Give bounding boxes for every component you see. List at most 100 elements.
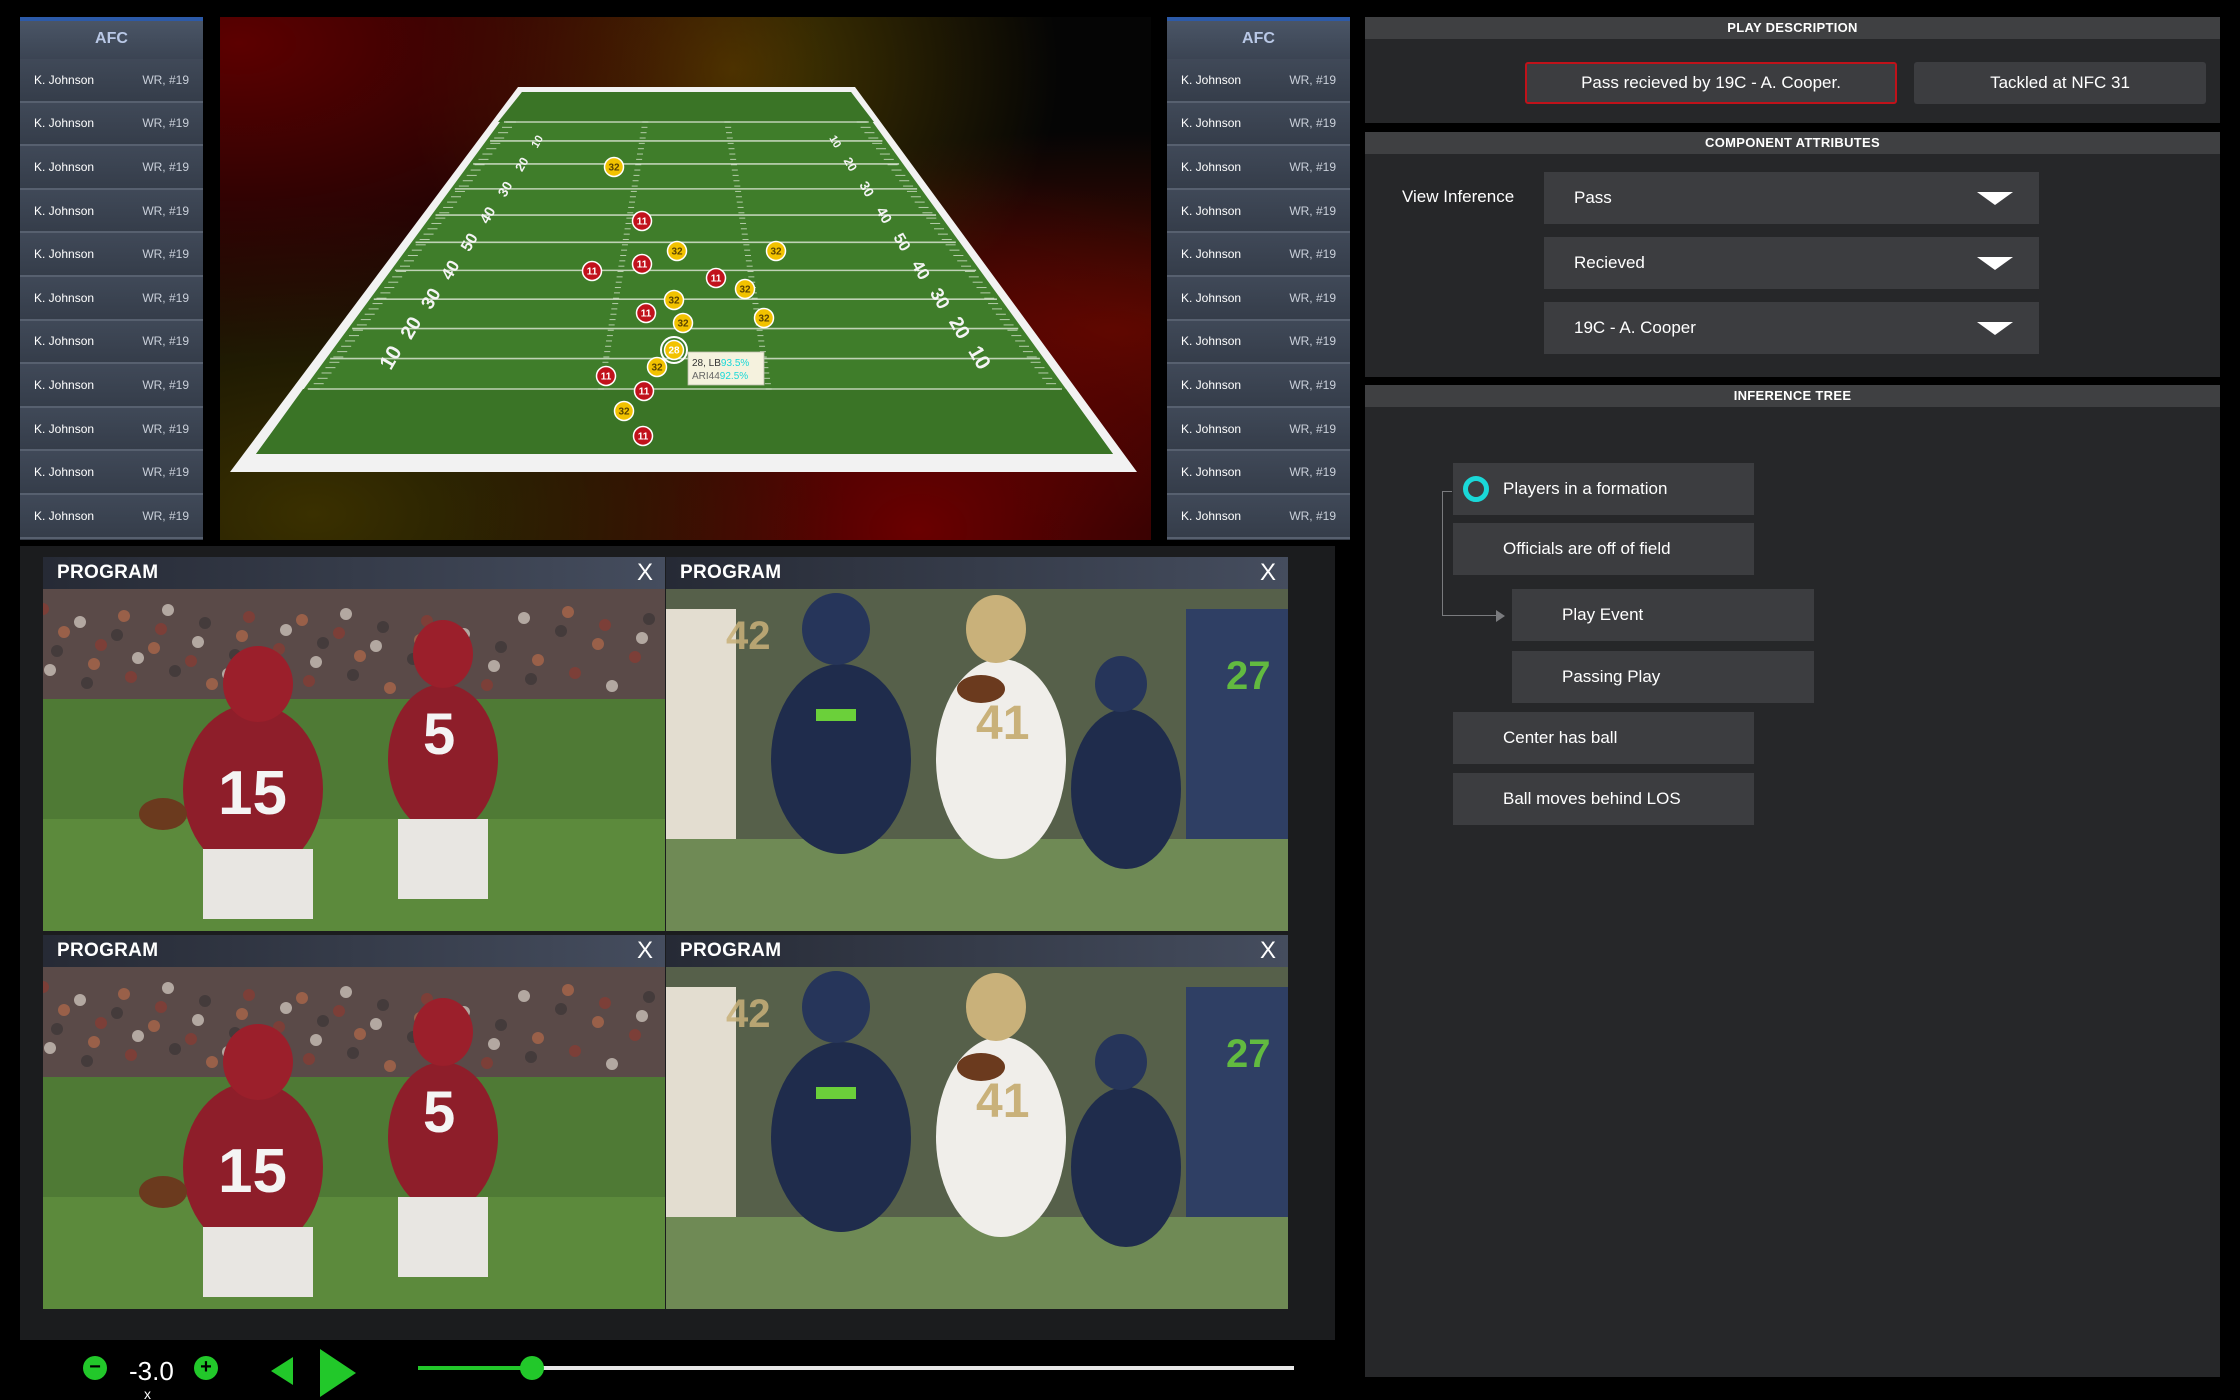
play-icon[interactable] <box>320 1349 356 1397</box>
player-marker[interactable]: 11 <box>631 210 653 232</box>
roster-player-row[interactable]: K. Johnson WR, #19 <box>1167 146 1350 190</box>
rewind-icon[interactable] <box>271 1357 293 1385</box>
program-view-1[interactable]: PROGRAM X 15 5 <box>43 557 665 931</box>
player-marker[interactable]: 32 <box>666 240 688 262</box>
play-event-tackled[interactable]: Tackled at NFC 31 <box>1914 62 2206 104</box>
player-position: WR, #19 <box>142 203 189 218</box>
program-header: PROGRAM X <box>43 557 665 589</box>
player-marker[interactable]: 32 <box>765 240 787 262</box>
program-title: PROGRAM <box>680 940 782 961</box>
player-position: WR, #19 <box>1289 203 1336 218</box>
tree-node-label: Officials are off of field <box>1503 539 1671 558</box>
roster-player-row[interactable]: K. Johnson WR, #19 <box>20 102 203 147</box>
player-marker[interactable]: 11 <box>635 302 657 324</box>
roster-player-row[interactable]: K. Johnson WR, #19 <box>1167 364 1350 408</box>
svg-text:32: 32 <box>677 319 689 330</box>
timeline-handle[interactable] <box>519 1356 544 1380</box>
tree-connector <box>1442 491 1443 616</box>
svg-text:27: 27 <box>1226 1032 1271 1076</box>
player-marker[interactable]: 32 <box>753 307 775 329</box>
player-marker[interactable]: 11 <box>581 260 603 282</box>
roster-player-row[interactable]: K. Johnson WR, #19 <box>1167 102 1350 147</box>
program-view-2[interactable]: PROGRAM X 41 27 42 <box>666 557 1288 931</box>
roster-player-row[interactable]: K. Johnson WR, #19 <box>1167 233 1350 277</box>
player-marker[interactable]: 32 <box>613 400 635 422</box>
close-icon[interactable]: X <box>1260 939 1276 963</box>
roster-player-row[interactable]: K. Johnson WR, #19 <box>20 494 203 539</box>
inference-tree-panel: INFERENCE TREE Players in a formation Of… <box>1365 385 2220 1377</box>
player-marker[interactable]: 11 <box>595 365 617 387</box>
chevron-down-icon <box>1977 322 2013 335</box>
close-icon[interactable]: X <box>637 561 653 585</box>
tree-node-ball-moves[interactable]: Ball moves behind LOS <box>1453 773 1754 825</box>
player-marker[interactable]: 28 <box>663 339 685 361</box>
program-title: PROGRAM <box>57 940 159 961</box>
inference-action-dropdown[interactable]: Recieved <box>1544 237 2039 289</box>
roster-player-row[interactable]: K. Johnson WR, #19 <box>1167 59 1350 103</box>
tree-node-formation[interactable]: Players in a formation <box>1453 463 1754 515</box>
dropdown-value: Pass <box>1574 188 1612 207</box>
player-marker[interactable]: 11 <box>633 380 655 402</box>
tree-node-passing-play[interactable]: Passing Play <box>1512 651 1814 703</box>
player-marker[interactable]: 11 <box>632 425 654 447</box>
roster-player-row[interactable]: K. Johnson WR, #19 <box>1167 407 1350 452</box>
roster-player-row[interactable]: K. Johnson WR, #19 <box>20 364 203 408</box>
roster-player-row[interactable]: K. Johnson WR, #19 <box>20 233 203 277</box>
player-position: WR, #19 <box>142 508 189 523</box>
tree-node-play-event[interactable]: Play Event <box>1512 589 1814 641</box>
roster-player-row[interactable]: K. Johnson WR, #19 <box>1167 494 1350 539</box>
player-position: WR, #19 <box>142 421 189 436</box>
player-marker[interactable]: 32 <box>603 156 625 178</box>
player-name: K. Johnson <box>1181 116 1242 131</box>
player-name: K. Johnson <box>34 159 95 174</box>
inference-type-dropdown[interactable]: Pass <box>1544 172 2039 224</box>
tree-node-center-has-ball[interactable]: Center has ball <box>1453 712 1754 764</box>
roster-player-row[interactable]: K. Johnson WR, #19 <box>20 146 203 190</box>
timeline-scrubber[interactable] <box>418 1356 1294 1380</box>
roster-player-row[interactable]: K. Johnson WR, #19 <box>1167 189 1350 234</box>
player-marker[interactable]: 32 <box>663 289 685 311</box>
close-icon[interactable]: X <box>637 939 653 963</box>
program-grid: PROGRAM X 15 5 PROGRAM X 41 27 42 PROGRAM X… <box>20 546 1335 1340</box>
roster-player-row[interactable]: K. Johnson WR, #19 <box>1167 320 1350 365</box>
tree-node-label: Ball moves behind LOS <box>1503 789 1681 808</box>
roster-player-row[interactable]: K. Johnson WR, #19 <box>20 320 203 365</box>
player-marker[interactable]: 11 <box>631 253 653 275</box>
play-event-pass-received[interactable]: Pass recieved by 19C - A. Cooper. <box>1525 62 1897 104</box>
player-position: WR, #19 <box>142 290 189 305</box>
player-marker[interactable]: 32 <box>734 278 756 300</box>
roster-player-row[interactable]: K. Johnson WR, #19 <box>20 276 203 321</box>
roster-player-row[interactable]: K. Johnson WR, #19 <box>20 407 203 452</box>
field-view[interactable]: 10 10 20 20 30 30 40 40 50 50 40 40 30 30 20 20 10 10 11 11… <box>220 17 1151 540</box>
component-attributes-title: COMPONENT ATTRIBUTES <box>1365 132 2220 154</box>
player-marker[interactable]: 32 <box>646 356 668 378</box>
player-position: WR, #19 <box>1289 290 1336 305</box>
field-diagram: 10 1020 2030 3040 4050 5040 4030 3020 2010 101111… <box>230 87 1137 472</box>
svg-text:32: 32 <box>739 285 751 296</box>
program-title: PROGRAM <box>57 562 159 583</box>
roster-player-row[interactable]: K. Johnson WR, #19 <box>1167 451 1350 495</box>
close-icon[interactable]: X <box>1260 561 1276 585</box>
program-video-frame: 41 27 42 <box>666 589 1288 931</box>
player-marker[interactable]: 11 <box>705 267 727 289</box>
playback-controls: − -3.0 x + <box>43 1341 1333 1400</box>
player-name: K. Johnson <box>34 72 95 87</box>
speed-increase-button[interactable]: + <box>194 1356 218 1380</box>
roster-player-row[interactable]: K. Johnson WR, #19 <box>1167 276 1350 321</box>
player-name: K. Johnson <box>1181 465 1242 480</box>
roster-player-row[interactable]: K. Johnson WR, #19 <box>20 451 203 495</box>
speed-decrease-button[interactable]: − <box>83 1356 107 1380</box>
roster-player-row[interactable]: K. Johnson WR, #19 <box>20 59 203 103</box>
program-view-4[interactable]: PROGRAM X 41 27 42 <box>666 935 1288 1309</box>
player-name: K. Johnson <box>1181 290 1242 305</box>
player-name: K. Johnson <box>34 116 95 131</box>
tooltip-line-1: 28, LB93.5% <box>692 358 749 369</box>
player-name: K. Johnson <box>1181 421 1242 436</box>
program-view-3[interactable]: PROGRAM X 15 5 <box>43 935 665 1309</box>
playback-speed: -3.0 <box>129 1356 174 1386</box>
player-marker[interactable]: 32 <box>672 312 694 334</box>
inference-player-dropdown[interactable]: 19C - A. Cooper <box>1544 302 2039 354</box>
player-position: WR, #19 <box>1289 465 1336 480</box>
roster-player-row[interactable]: K. Johnson WR, #19 <box>20 189 203 234</box>
tree-node-officials[interactable]: Officials are off of field <box>1453 523 1754 575</box>
